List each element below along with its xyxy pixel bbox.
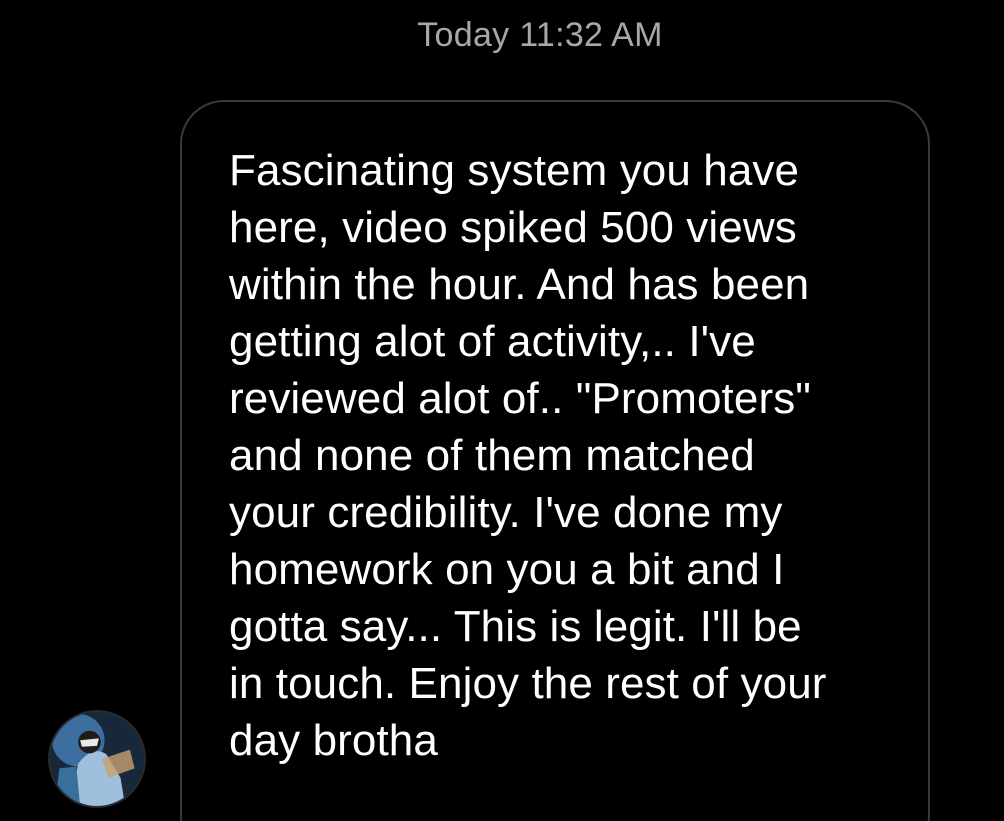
user-avatar-icon bbox=[50, 712, 144, 806]
sender-avatar[interactable] bbox=[48, 710, 146, 808]
message-text: Fascinating system you have here, video … bbox=[229, 146, 827, 765]
message-timestamp: Today 11:32 AM bbox=[417, 16, 663, 54]
